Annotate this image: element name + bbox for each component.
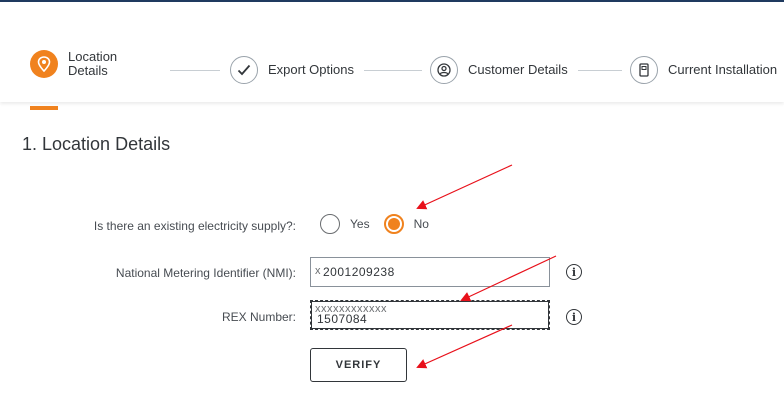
radio-no-label: No	[413, 217, 429, 231]
rex-input[interactable]: xxxxxxxxxxxx 1507084	[310, 300, 550, 330]
step-label: Current Installation	[668, 62, 778, 77]
step-label: Location Details	[68, 49, 118, 78]
step-customer-details[interactable]: Customer Details	[430, 56, 568, 84]
active-step-indicator	[30, 106, 58, 110]
nmi-label: National Metering Identifier (NMI):	[115, 266, 296, 280]
step-label: Customer Details	[468, 62, 568, 77]
verify-button[interactable]: VERIFY	[310, 348, 407, 382]
user-circle-icon	[430, 56, 458, 84]
step-export-options[interactable]: Export Options	[230, 56, 354, 84]
checkmark-icon	[230, 56, 258, 84]
supply-radio-group: Yes No	[320, 214, 443, 234]
step-connector	[364, 70, 422, 71]
radio-selected-dot	[387, 218, 400, 230]
step-connector	[578, 70, 622, 71]
meter-icon	[630, 56, 658, 84]
annotation-arrow	[416, 324, 513, 369]
step-label: Export Options	[268, 62, 354, 77]
progress-stepper: Location Details Export Options Customer…	[0, 10, 784, 110]
page-title: 1. Location Details	[22, 134, 171, 154]
rex-info-icon[interactable]: i	[566, 309, 582, 325]
location-pin-icon	[30, 50, 58, 78]
nmi-input[interactable]: x 2001209238	[310, 257, 550, 287]
step-current-installation[interactable]: Current Installation	[630, 56, 777, 84]
nmi-input-value: 2001209238	[323, 265, 395, 279]
nmi-input-overlay: x	[315, 265, 321, 277]
radio-yes[interactable]	[320, 214, 340, 234]
step-location-details[interactable]: Location Details	[30, 50, 117, 78]
supply-question-label: Is there an existing electricity supply?…	[93, 219, 296, 233]
step-connector	[170, 70, 220, 71]
rex-input-value: 1507084	[317, 312, 368, 326]
nmi-info-icon[interactable]: i	[566, 264, 582, 280]
rex-label: REX Number:	[221, 310, 296, 324]
annotation-arrow	[416, 164, 513, 210]
radio-no[interactable]	[383, 214, 404, 234]
top-border	[0, 0, 784, 8]
radio-yes-label: Yes	[350, 217, 370, 231]
